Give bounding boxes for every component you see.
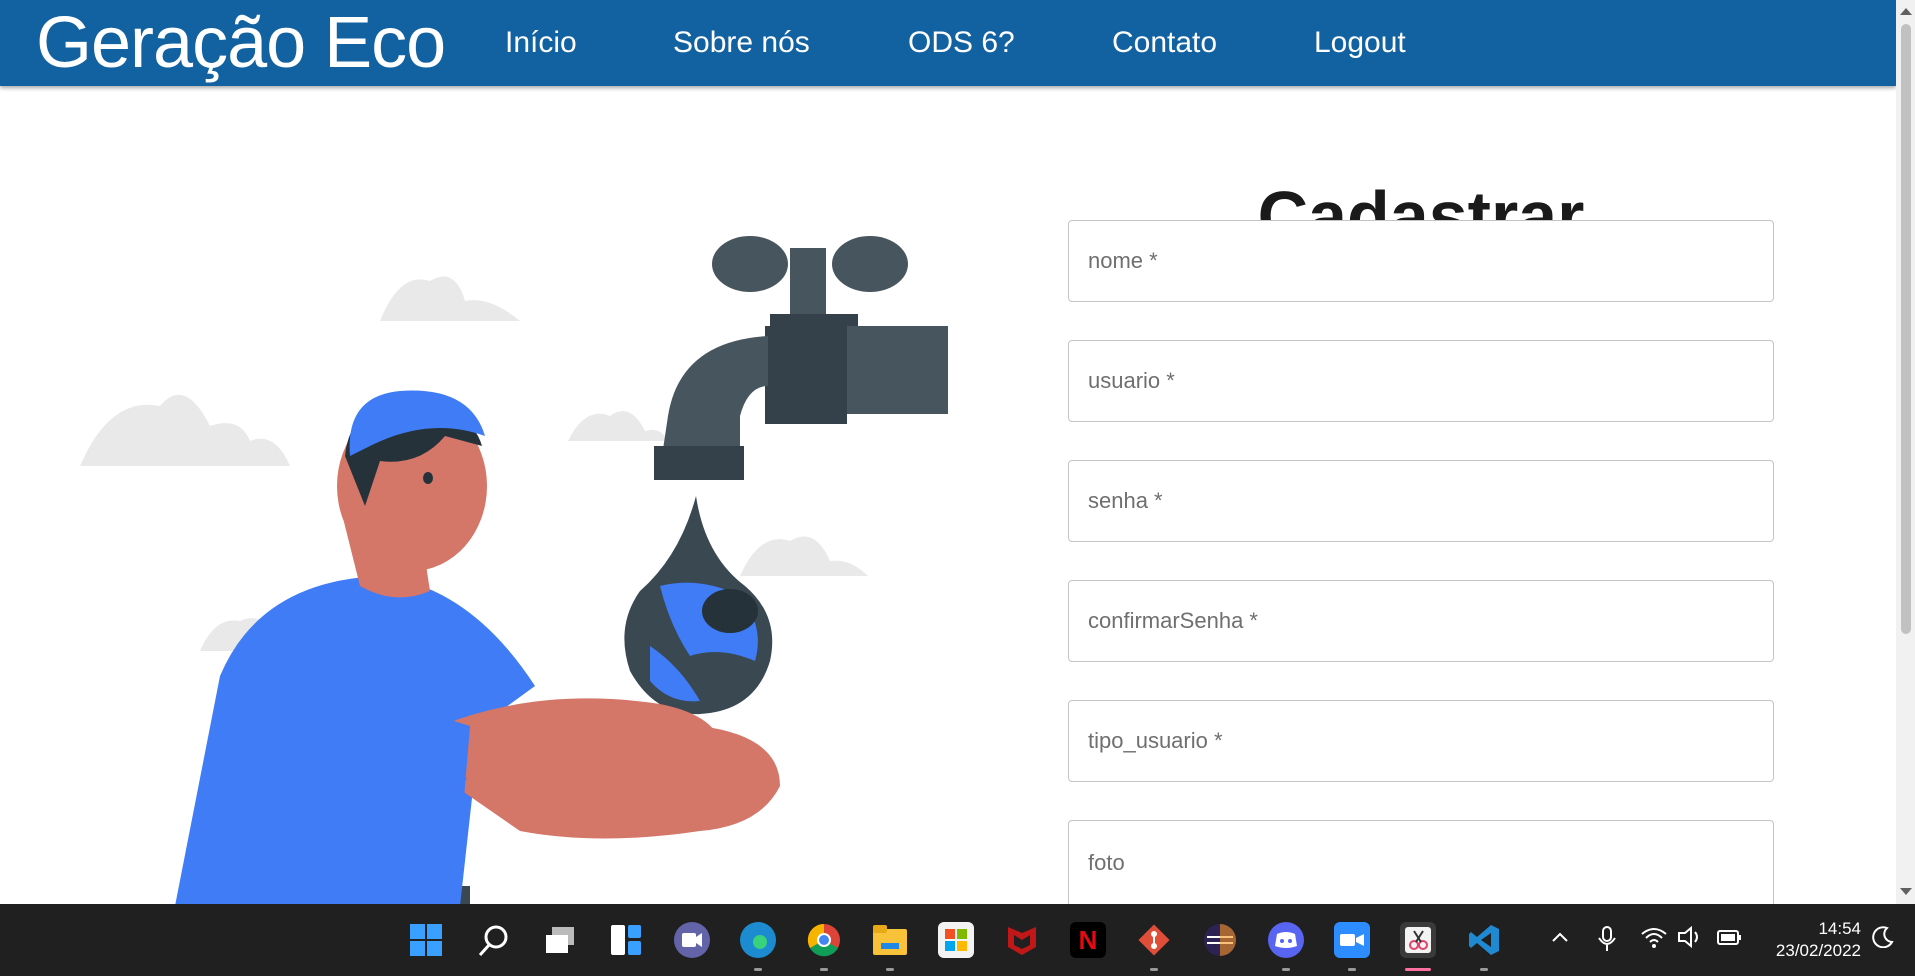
- mcafee-icon[interactable]: [1004, 922, 1040, 958]
- discord-running-indicator: [1282, 968, 1290, 971]
- vscode-icon[interactable]: [1466, 922, 1502, 958]
- nav-link-contato[interactable]: Contato: [1112, 26, 1217, 60]
- volume-icon[interactable]: [1677, 925, 1703, 954]
- show-hidden-icons-icon[interactable]: [1549, 926, 1571, 954]
- git-running-indicator: [1150, 968, 1158, 971]
- discord-icon[interactable]: [1268, 922, 1304, 958]
- explorer-running-indicator: [886, 968, 894, 971]
- microphone-icon[interactable]: [1597, 926, 1617, 958]
- navbar: Geração Eco Início Sobre nós ODS 6? Cont…: [0, 0, 1896, 86]
- nav-link-inicio[interactable]: Início: [505, 26, 577, 60]
- microsoft-store-icon[interactable]: [938, 922, 974, 958]
- search-icon[interactable]: [476, 922, 512, 958]
- eclipse-icon[interactable]: [1202, 922, 1238, 958]
- nav-link-logout[interactable]: Logout: [1314, 26, 1406, 60]
- wifi-icon[interactable]: [1641, 926, 1667, 954]
- zoom-icon[interactable]: [1334, 922, 1370, 958]
- page-scrollbar[interactable]: [1896, 0, 1915, 904]
- scroll-thumb[interactable]: [1901, 24, 1911, 634]
- windows-taskbar: N 14:54 23/02/2022: [0, 904, 1915, 976]
- system-clock[interactable]: 14:54 23/02/2022: [1776, 918, 1861, 962]
- battery-icon[interactable]: [1715, 926, 1743, 954]
- snipping-tool-icon[interactable]: [1400, 922, 1436, 958]
- teams-chat-icon[interactable]: [674, 922, 710, 958]
- windows-start-icon[interactable]: [408, 922, 444, 958]
- nav-link-sobre-nos[interactable]: Sobre nós: [673, 26, 810, 60]
- edge-icon[interactable]: [740, 922, 776, 958]
- clock-date: 23/02/2022: [1775, 941, 1861, 960]
- file-explorer-icon[interactable]: [872, 922, 908, 958]
- clock-time: 14:54: [1818, 919, 1861, 938]
- zoom-running-indicator: [1348, 968, 1356, 971]
- chrome-running-indicator: [820, 968, 828, 971]
- usuario-field[interactable]: [1068, 340, 1774, 422]
- tipo-usuario-field[interactable]: [1068, 700, 1774, 782]
- netflix-icon[interactable]: N: [1070, 922, 1106, 958]
- nome-field[interactable]: [1068, 220, 1774, 302]
- foto-field[interactable]: [1068, 820, 1774, 904]
- git-icon[interactable]: [1136, 922, 1172, 958]
- chrome-icon[interactable]: [806, 922, 842, 958]
- brand-logo-text[interactable]: Geração Eco: [36, 7, 446, 79]
- snipping-active-indicator: [1405, 968, 1431, 971]
- task-view-icon[interactable]: [542, 922, 578, 958]
- water-faucet-illustration: [80, 236, 948, 904]
- water-drop-globe: [624, 496, 773, 715]
- widgets-icon[interactable]: [608, 922, 644, 958]
- scroll-down-arrow-icon[interactable]: [1900, 888, 1912, 895]
- faucet: [654, 236, 948, 480]
- focus-assist-moon-icon[interactable]: [1872, 926, 1894, 954]
- nav-link-ods6[interactable]: ODS 6?: [908, 26, 1015, 60]
- vscode-running-indicator: [1480, 968, 1488, 971]
- scroll-up-arrow-icon[interactable]: [1900, 8, 1912, 15]
- confirmar-senha-field[interactable]: [1068, 580, 1774, 662]
- edge-running-indicator: [754, 968, 762, 971]
- senha-field[interactable]: [1068, 460, 1774, 542]
